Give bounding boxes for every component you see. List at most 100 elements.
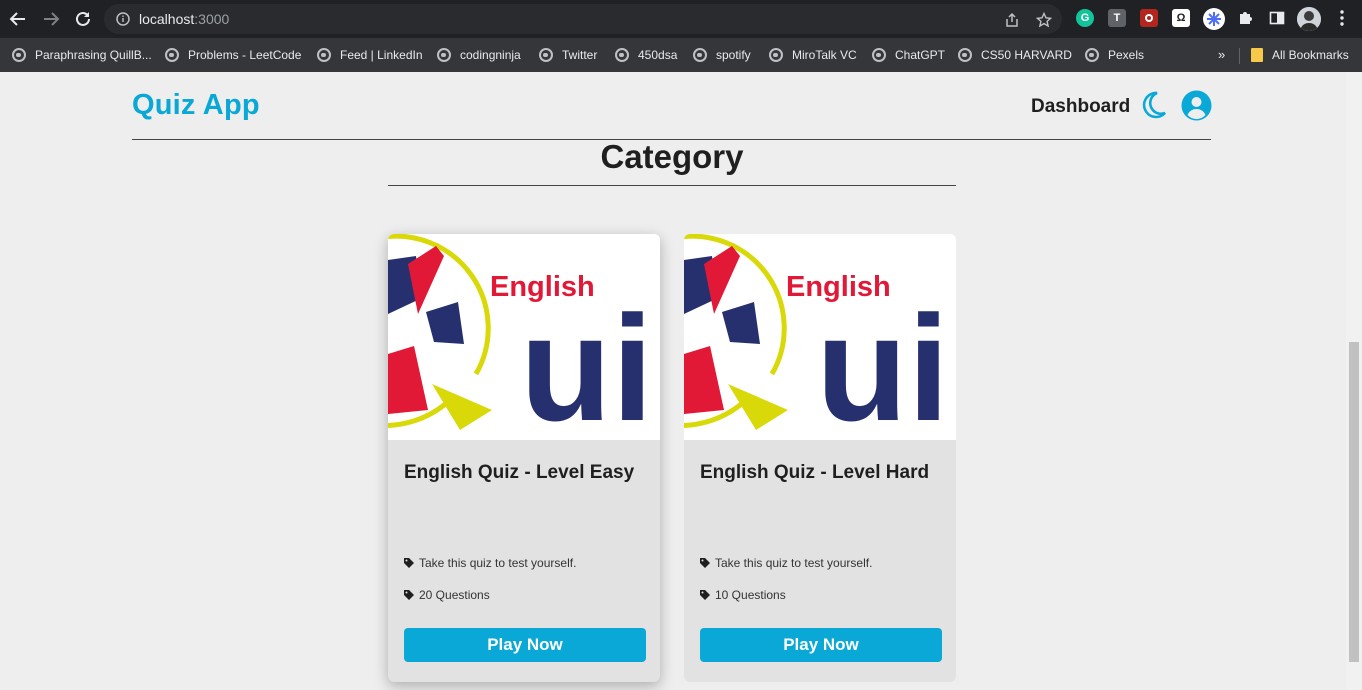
bookmark-label: Problems - LeetCode xyxy=(188,48,302,62)
bookmark-label: CS50 HARVARD xyxy=(981,48,1072,62)
globe-icon xyxy=(693,48,707,62)
bookmark-item[interactable]: MiroTalk VC xyxy=(769,38,857,72)
quiz-card[interactable]: English ui English Quiz - Level Hard Tak… xyxy=(684,234,956,682)
play-now-button[interactable]: Play Now xyxy=(700,628,942,662)
profile-avatar[interactable] xyxy=(1297,7,1321,31)
bookmark-label: ChatGPT xyxy=(895,48,946,62)
snowflake-extension-icon[interactable] xyxy=(1203,8,1225,30)
grammarly-letter: G xyxy=(1080,12,1090,24)
page-viewport: Quiz App Dashboard Category English ui E… xyxy=(0,72,1346,690)
bookmark-item[interactable]: CS50 HARVARD xyxy=(958,38,1072,72)
card-image-word-main: ui xyxy=(816,284,949,440)
url-port: :3000 xyxy=(194,11,230,27)
url-text[interactable]: localhost:3000 xyxy=(139,11,229,27)
reload-icon xyxy=(76,11,90,26)
quiz-card-description-text: Take this quiz to test yourself. xyxy=(419,556,577,570)
star-icon[interactable] xyxy=(1036,12,1052,28)
bookmark-item[interactable]: 450dsa xyxy=(615,38,677,72)
bookmark-label: Twitter xyxy=(562,48,598,62)
globe-icon xyxy=(1085,48,1099,62)
globe-icon xyxy=(539,48,553,62)
omega-extension-icon[interactable]: Ω xyxy=(1172,9,1190,27)
t-extension-letter: T xyxy=(1113,12,1121,24)
quiz-card-image: English ui xyxy=(684,234,956,440)
grammarly-icon[interactable]: G xyxy=(1076,9,1094,27)
bookmark-item[interactable]: ChatGPT xyxy=(872,38,945,72)
tag-icon xyxy=(700,558,710,568)
t-extension-icon[interactable]: T xyxy=(1108,9,1126,27)
quiz-card-questions: 20 Questions xyxy=(404,588,490,602)
browser-toolbar: localhost:3000 G T Ω xyxy=(0,0,1362,38)
folder-icon xyxy=(1251,48,1263,62)
page-scrollbar[interactable] xyxy=(1346,72,1362,690)
quiz-card-description-text: Take this quiz to test yourself. xyxy=(715,556,873,570)
bookmark-label: spotify xyxy=(716,48,751,62)
forward-button[interactable] xyxy=(41,9,61,29)
quiz-card-questions-text: 10 Questions xyxy=(715,588,786,602)
bookmark-item[interactable]: spotify xyxy=(693,38,751,72)
address-bar[interactable]: localhost:3000 xyxy=(104,4,1062,34)
arrow-right-icon xyxy=(44,12,60,26)
quiz-card-title: English Quiz - Level Easy xyxy=(404,462,635,483)
bookmark-label: 450dsa xyxy=(638,48,678,62)
globe-icon xyxy=(958,48,972,62)
back-button[interactable] xyxy=(8,9,28,29)
all-bookmarks-label: All Bookmarks xyxy=(1272,48,1349,62)
bookmark-label: codingninja xyxy=(460,48,521,62)
globe-icon xyxy=(165,48,179,62)
globe-icon xyxy=(317,48,331,62)
english-quiz-logo-icon: English ui xyxy=(388,234,660,440)
quiz-card-questions: 10 Questions xyxy=(700,588,786,602)
globe-icon xyxy=(437,48,451,62)
reload-button[interactable] xyxy=(73,9,93,29)
quiz-card-image: English ui xyxy=(388,234,660,440)
panel-icon xyxy=(1269,11,1285,25)
moon-icon xyxy=(1142,91,1166,119)
menu-kebab-icon[interactable] xyxy=(1333,9,1351,27)
title-divider xyxy=(388,185,956,186)
extensions-puzzle-icon[interactable] xyxy=(1236,9,1254,27)
english-quiz-logo-icon: English ui xyxy=(684,234,956,440)
quiz-card-description: Take this quiz to test yourself. xyxy=(700,556,872,570)
tag-icon xyxy=(404,558,414,568)
info-icon[interactable] xyxy=(116,12,130,26)
bookmark-label: Pexels xyxy=(1108,48,1145,62)
globe-icon xyxy=(12,48,26,62)
quiz-card-description: Take this quiz to test yourself. xyxy=(404,556,576,570)
globe-icon xyxy=(615,48,629,62)
dashboard-link[interactable]: Dashboard xyxy=(1031,96,1130,118)
globe-icon xyxy=(872,48,886,62)
bookmark-label: Paraphrasing QuillB... xyxy=(35,48,152,62)
play-now-button[interactable]: Play Now xyxy=(404,628,646,662)
bookmark-label: Feed | LinkedIn xyxy=(340,48,423,62)
bookmark-item[interactable]: Pexels xyxy=(1085,38,1144,72)
quiz-card[interactable]: English ui English Quiz - Level Easy Tak… xyxy=(388,234,660,682)
bookmark-item[interactable]: Problems - LeetCode xyxy=(165,38,301,72)
scrollbar-thumb[interactable] xyxy=(1349,342,1359,662)
user-circle-icon xyxy=(1181,90,1212,121)
page-title: Category xyxy=(600,138,744,175)
brand-logo[interactable]: Quiz App xyxy=(132,89,260,122)
bookmarks-bar: Paraphrasing QuillB... Problems - LeetCo… xyxy=(0,38,1362,72)
share-icon[interactable] xyxy=(1004,12,1020,28)
person-photo-icon xyxy=(1297,7,1321,31)
omega-letter: Ω xyxy=(1176,12,1186,24)
bookmark-item[interactable]: codingninja xyxy=(437,38,521,72)
card-image-word-main: ui xyxy=(520,284,653,440)
bookmarks-overflow-button[interactable]: » xyxy=(1218,47,1225,62)
side-panel-icon[interactable] xyxy=(1268,9,1286,27)
user-account-button[interactable] xyxy=(1181,90,1212,126)
globe-icon xyxy=(769,48,783,62)
snowflake-icon xyxy=(1207,12,1221,26)
kebab-icon xyxy=(1340,10,1344,26)
url-host: localhost xyxy=(139,11,195,27)
bookmarks-divider xyxy=(1239,48,1240,64)
tag-icon xyxy=(700,590,710,600)
all-bookmarks-folder[interactable]: All Bookmarks xyxy=(1251,38,1349,72)
bookmark-label: MiroTalk VC xyxy=(792,48,857,62)
bookmark-item[interactable]: Paraphrasing QuillB... xyxy=(12,38,152,72)
theme-toggle-button[interactable] xyxy=(1141,91,1167,124)
red-extension-icon[interactable] xyxy=(1140,9,1158,27)
bookmark-item[interactable]: Twitter xyxy=(539,38,597,72)
bookmark-item[interactable]: Feed | LinkedIn xyxy=(317,38,423,72)
